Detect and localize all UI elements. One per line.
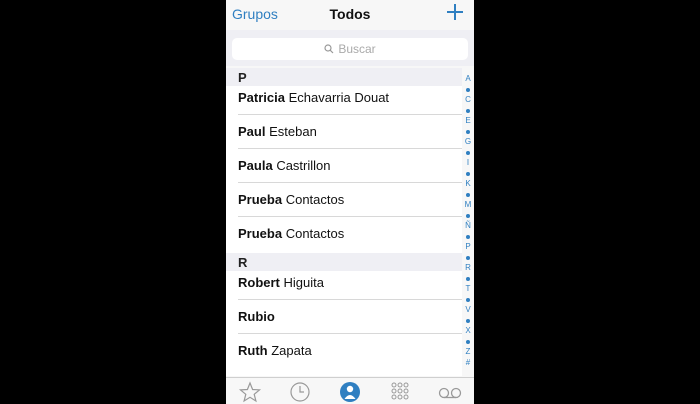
index-letter[interactable]: K — [462, 179, 474, 188]
contact-name: Rubio — [238, 309, 275, 324]
index-letter[interactable]: M — [462, 200, 474, 209]
contact-first-name: Ruth — [238, 343, 268, 358]
contact-first-name: Robert — [238, 275, 280, 290]
dot-icon — [466, 87, 470, 92]
search-icon — [324, 44, 334, 54]
star-icon[interactable] — [238, 381, 262, 403]
index-dot-icon[interactable] — [462, 106, 474, 115]
contact-name: Prueba Contactos — [238, 226, 344, 241]
contact-row[interactable]: Robert Higuita — [226, 266, 462, 300]
dot-icon — [466, 213, 470, 218]
dot-icon — [466, 150, 470, 155]
index-letter[interactable]: A — [462, 74, 474, 83]
index-dot-icon[interactable] — [462, 190, 474, 199]
index-dot-icon[interactable] — [462, 148, 474, 157]
dot-icon — [466, 192, 470, 197]
contact-name: Robert Higuita — [238, 275, 324, 290]
index-letter[interactable]: X — [462, 326, 474, 335]
index-letter[interactable]: T — [462, 284, 474, 293]
contact-last-name: Contactos — [285, 192, 345, 207]
index-letter[interactable]: C — [462, 95, 474, 104]
contact-last-name: Higuita — [283, 275, 324, 290]
index-dot-icon[interactable] — [462, 127, 474, 136]
contact-name: Ruth Zapata — [238, 343, 312, 358]
index-dot-icon[interactable] — [462, 232, 474, 241]
index-dot-icon[interactable] — [462, 295, 474, 304]
index-dot-icon[interactable] — [462, 85, 474, 94]
contact-row[interactable]: Paula Castrillon — [226, 149, 462, 183]
index-letter[interactable]: Z — [462, 347, 474, 356]
dot-icon — [466, 276, 470, 281]
contact-last-name: Zapata — [271, 343, 312, 358]
index-letter[interactable]: P — [462, 242, 474, 251]
contact-name: Paul Esteban — [238, 124, 317, 139]
page-title: Todos — [329, 6, 371, 22]
contact-name: Patricia Echavarria Douat — [238, 90, 389, 105]
contact-name: Prueba Contactos — [238, 192, 344, 207]
contact-first-name: Patricia — [238, 90, 285, 105]
contact-row[interactable]: Ruth Zapata — [226, 334, 462, 368]
clock-icon[interactable] — [288, 381, 312, 403]
search-bar: Buscar — [226, 30, 474, 66]
contacts-icon[interactable] — [338, 381, 362, 403]
keypad-icon[interactable] — [388, 381, 412, 403]
search-input[interactable]: Buscar — [232, 38, 468, 60]
index-dot-icon[interactable] — [462, 211, 474, 220]
contact-row[interactable]: Rubio — [226, 300, 462, 334]
index-dot-icon[interactable] — [462, 274, 474, 283]
dot-icon — [466, 171, 470, 176]
voicemail-icon[interactable] — [438, 381, 462, 403]
dot-icon — [466, 339, 470, 344]
dot-icon — [466, 108, 470, 113]
index-dot-icon[interactable] — [462, 337, 474, 346]
contact-first-name: Paul — [238, 124, 266, 139]
index-letter[interactable]: Ñ — [462, 221, 474, 230]
index-dot-icon[interactable] — [462, 169, 474, 178]
contact-row[interactable]: Prueba Contactos — [226, 183, 462, 217]
contact-last-name: Castrillon — [276, 158, 331, 173]
index-letter[interactable]: E — [462, 116, 474, 125]
plus-icon[interactable] — [446, 3, 464, 21]
dot-icon — [466, 129, 470, 134]
contact-list[interactable]: P Patricia Echavarria Douat Paul Esteban Pa… — [226, 68, 462, 376]
alphabet-index[interactable]: A C E G I K M Ñ P R T V X Z # — [462, 74, 474, 372]
contact-last-name: Esteban — [269, 124, 317, 139]
contact-name: Paula Castrillon — [238, 158, 331, 173]
contact-first-name: Paula — [238, 158, 273, 173]
contact-last-name: Contactos — [285, 226, 345, 241]
index-dot-icon[interactable] — [462, 316, 474, 325]
contact-first-name: Rubio — [238, 309, 275, 324]
contact-last-name: Echavarria Douat — [288, 90, 390, 105]
index-dot-icon[interactable] — [462, 253, 474, 262]
phone-screen: Grupos Todos Buscar P Patricia Echavarria… — [226, 0, 474, 404]
navigation-bar: Grupos Todos — [226, 0, 474, 30]
contact-first-name: Prueba — [238, 192, 283, 207]
dot-icon — [466, 297, 470, 302]
index-letter[interactable]: R — [462, 263, 474, 272]
index-letter[interactable]: I — [462, 158, 474, 167]
contact-row[interactable]: Patricia Echavarria Douat — [226, 81, 462, 115]
contact-first-name: Prueba — [238, 226, 283, 241]
index-letter[interactable]: V — [462, 305, 474, 314]
index-letter[interactable]: # — [462, 358, 474, 367]
contact-row[interactable]: Paul Esteban — [226, 115, 462, 149]
dot-icon — [466, 318, 470, 323]
contact-row[interactable]: Prueba Contactos — [226, 217, 462, 251]
tab-bar — [226, 377, 474, 404]
index-letter[interactable]: G — [462, 137, 474, 146]
search-placeholder: Buscar — [338, 42, 376, 56]
dot-icon — [466, 234, 470, 239]
dot-icon — [466, 255, 470, 260]
